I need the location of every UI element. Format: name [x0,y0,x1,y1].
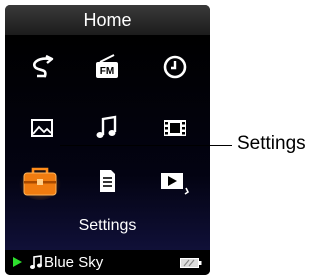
track-title: Blue Sky [44,254,104,271]
fm-label: FM [100,66,114,77]
music-icon [96,115,117,138]
repeat-icon [32,54,54,78]
settings-toolbox-icon [19,166,61,200]
battery-icon [180,258,202,268]
document-icon [100,170,115,192]
repeat-menu-item[interactable] [18,43,66,91]
clock-menu-item[interactable] [151,43,199,91]
home-menu-grid: FM Settings [5,35,210,250]
clock-icon [163,55,187,79]
slideshow-menu-item[interactable] [151,157,199,205]
video-icon [164,120,186,136]
play-icon [13,257,22,267]
slideshow-icon [161,173,190,195]
player-screen: Home FM Settings Blue Sky [5,5,210,275]
fm-radio-menu-item[interactable]: FM [83,43,131,91]
photo-icon [31,119,53,137]
photo-menu-item[interactable] [18,104,66,152]
settings-callout-label: Settings [237,133,306,154]
home-title: Home [5,5,210,35]
now-playing-bar: Blue Sky [5,250,210,275]
music-note-icon [30,255,42,269]
selected-item-label: Settings [78,217,137,234]
fm-radio-icon: FM [96,54,118,78]
settings-menu-item[interactable] [16,157,64,205]
callout-leader-line [60,145,232,146]
document-menu-item[interactable] [83,157,131,205]
